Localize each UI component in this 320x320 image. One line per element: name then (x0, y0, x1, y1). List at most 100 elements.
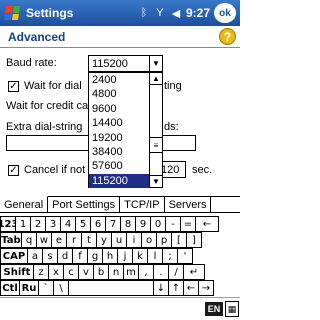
key-z[interactable]: z (33, 264, 49, 280)
key-9[interactable]: 9 (135, 216, 151, 232)
cancel-checkbox[interactable]: ✓ (8, 165, 19, 176)
key-123[interactable]: 123 (0, 216, 18, 232)
menu-bar (0, 297, 240, 320)
key-symbol[interactable]: ] (186, 232, 202, 248)
help-icon[interactable]: ? (219, 28, 236, 45)
key-a[interactable]: a (27, 248, 43, 264)
key-6[interactable]: 6 (90, 216, 106, 232)
tab-servers[interactable]: Servers (164, 197, 212, 212)
tab-general[interactable]: General (0, 196, 49, 212)
key-l[interactable]: l (147, 248, 163, 264)
key-symbol[interactable]: = (180, 216, 196, 232)
key-k[interactable]: k (132, 248, 148, 264)
key-b[interactable]: b (93, 264, 109, 280)
wait-dial-label: Wait for dial (24, 80, 82, 92)
key-1[interactable]: 1 (15, 216, 31, 232)
key-c[interactable]: c (63, 264, 79, 280)
key-symbol[interactable]: ↓ (153, 280, 169, 296)
baud-rate-option[interactable]: 38400 (89, 145, 149, 159)
key-p[interactable]: p (156, 232, 172, 248)
key-f[interactable]: f (72, 248, 88, 264)
key-5[interactable]: 5 (75, 216, 91, 232)
key-e[interactable]: e (51, 232, 67, 248)
key-d[interactable]: d (57, 248, 73, 264)
key-symbol[interactable]: - (165, 216, 181, 232)
key-0[interactable]: 0 (150, 216, 166, 232)
key-t[interactable]: t (81, 232, 97, 248)
key-i[interactable]: i (126, 232, 142, 248)
key-s[interactable]: s (42, 248, 58, 264)
key-symbol[interactable]: . (153, 264, 169, 280)
key-w[interactable]: w (36, 232, 52, 248)
baud-rate-dropdown[interactable]: 2400 4800 9600 14400 19200 38400 57600 115200 ▲… (88, 72, 163, 189)
key-v[interactable]: v (78, 264, 94, 280)
key-ctl[interactable]: Ctl (0, 280, 20, 296)
key-r[interactable]: r (66, 232, 82, 248)
key-y[interactable]: y (96, 232, 112, 248)
key-symbol[interactable]: ' (177, 248, 193, 264)
baud-rate-select[interactable]: 115200 ▼ (88, 55, 163, 72)
key-cap[interactable]: CAP (0, 248, 28, 264)
cancel-label: Cancel if not (24, 164, 86, 176)
key-7[interactable]: 7 (105, 216, 121, 232)
keyboard-icon[interactable]: ▦ (225, 301, 239, 317)
key-j[interactable]: j (117, 248, 133, 264)
key-o[interactable]: o (141, 232, 157, 248)
title-bar: Settings ᛒ Y ◀ 9:27 ok (0, 0, 240, 26)
page-title: Advanced (8, 29, 66, 44)
key-q[interactable]: q (21, 232, 37, 248)
tab-port-settings[interactable]: Port Settings (48, 197, 121, 212)
key-4[interactable]: 4 (60, 216, 76, 232)
key-n[interactable]: n (108, 264, 124, 280)
key-symbol[interactable]: → (198, 280, 214, 296)
baud-rate-option[interactable]: 2400 (89, 73, 149, 87)
signal-icon[interactable]: Y (154, 7, 166, 19)
scroll-down-icon[interactable]: ▼ (150, 175, 162, 187)
scroll-up-icon[interactable]: ▲ (150, 73, 162, 85)
baud-rate-option[interactable]: 9600 (89, 102, 149, 116)
key-u[interactable]: u (111, 232, 127, 248)
key-ru[interactable]: Ru (19, 280, 39, 296)
key-symbol[interactable]: [ (171, 232, 187, 248)
key-symbol[interactable]: ; (162, 248, 178, 264)
key-symbol[interactable]: ← (183, 280, 199, 296)
key-8[interactable]: 8 (120, 216, 136, 232)
tab-tcp-ip[interactable]: TCP/IP (120, 197, 165, 212)
dropdown-scrollbar[interactable]: ▲ ≡ ▼ (149, 73, 162, 187)
key-symbol[interactable]: ` (38, 280, 54, 296)
key-symbol[interactable]: , (138, 264, 154, 280)
key-tab[interactable]: Tab (0, 232, 22, 248)
cancel-seconds-value: 120 (161, 163, 180, 176)
start-menu-icon[interactable] (0, 0, 24, 26)
input-language-indicator[interactable]: EN (205, 302, 223, 316)
wait-dial-checkbox[interactable]: ✓ (8, 81, 19, 92)
key-x[interactable]: x (48, 264, 64, 280)
baud-rate-option[interactable]: 14400 (89, 116, 149, 130)
ok-button[interactable]: ok (214, 3, 236, 23)
clock[interactable]: 9:27 (186, 6, 210, 20)
key-symbol[interactable]: ← (195, 216, 219, 232)
page-header: Advanced ? (0, 26, 240, 48)
baud-rate-option[interactable]: 57600 (89, 159, 149, 173)
key-space[interactable] (68, 280, 154, 296)
extra-dial-label-tail: ds: (164, 121, 179, 133)
baud-rate-option[interactable]: 4800 (89, 87, 149, 101)
speaker-icon[interactable]: ◀ (170, 7, 182, 20)
scroll-thumb[interactable]: ≡ (150, 137, 162, 153)
status-area: ᛒ Y ◀ 9:27 ok (138, 3, 240, 23)
key-symbol[interactable]: \ (53, 280, 69, 296)
key-symbol[interactable]: ↑ (168, 280, 184, 296)
bluetooth-icon[interactable]: ᛒ (138, 7, 150, 19)
key-shift[interactable]: Shift (0, 264, 34, 280)
key-symbol[interactable]: / (168, 264, 184, 280)
baud-rate-option[interactable]: 19200 (89, 131, 149, 145)
key-3[interactable]: 3 (45, 216, 61, 232)
key-symbol[interactable]: ↵ (183, 264, 205, 280)
key-g[interactable]: g (87, 248, 103, 264)
key-2[interactable]: 2 (30, 216, 46, 232)
key-h[interactable]: h (102, 248, 118, 264)
chevron-down-icon[interactable]: ▼ (149, 56, 162, 71)
key-m[interactable]: m (123, 264, 139, 280)
baud-rate-option[interactable]: 115200 (89, 173, 149, 189)
app-title: Settings (26, 6, 74, 20)
